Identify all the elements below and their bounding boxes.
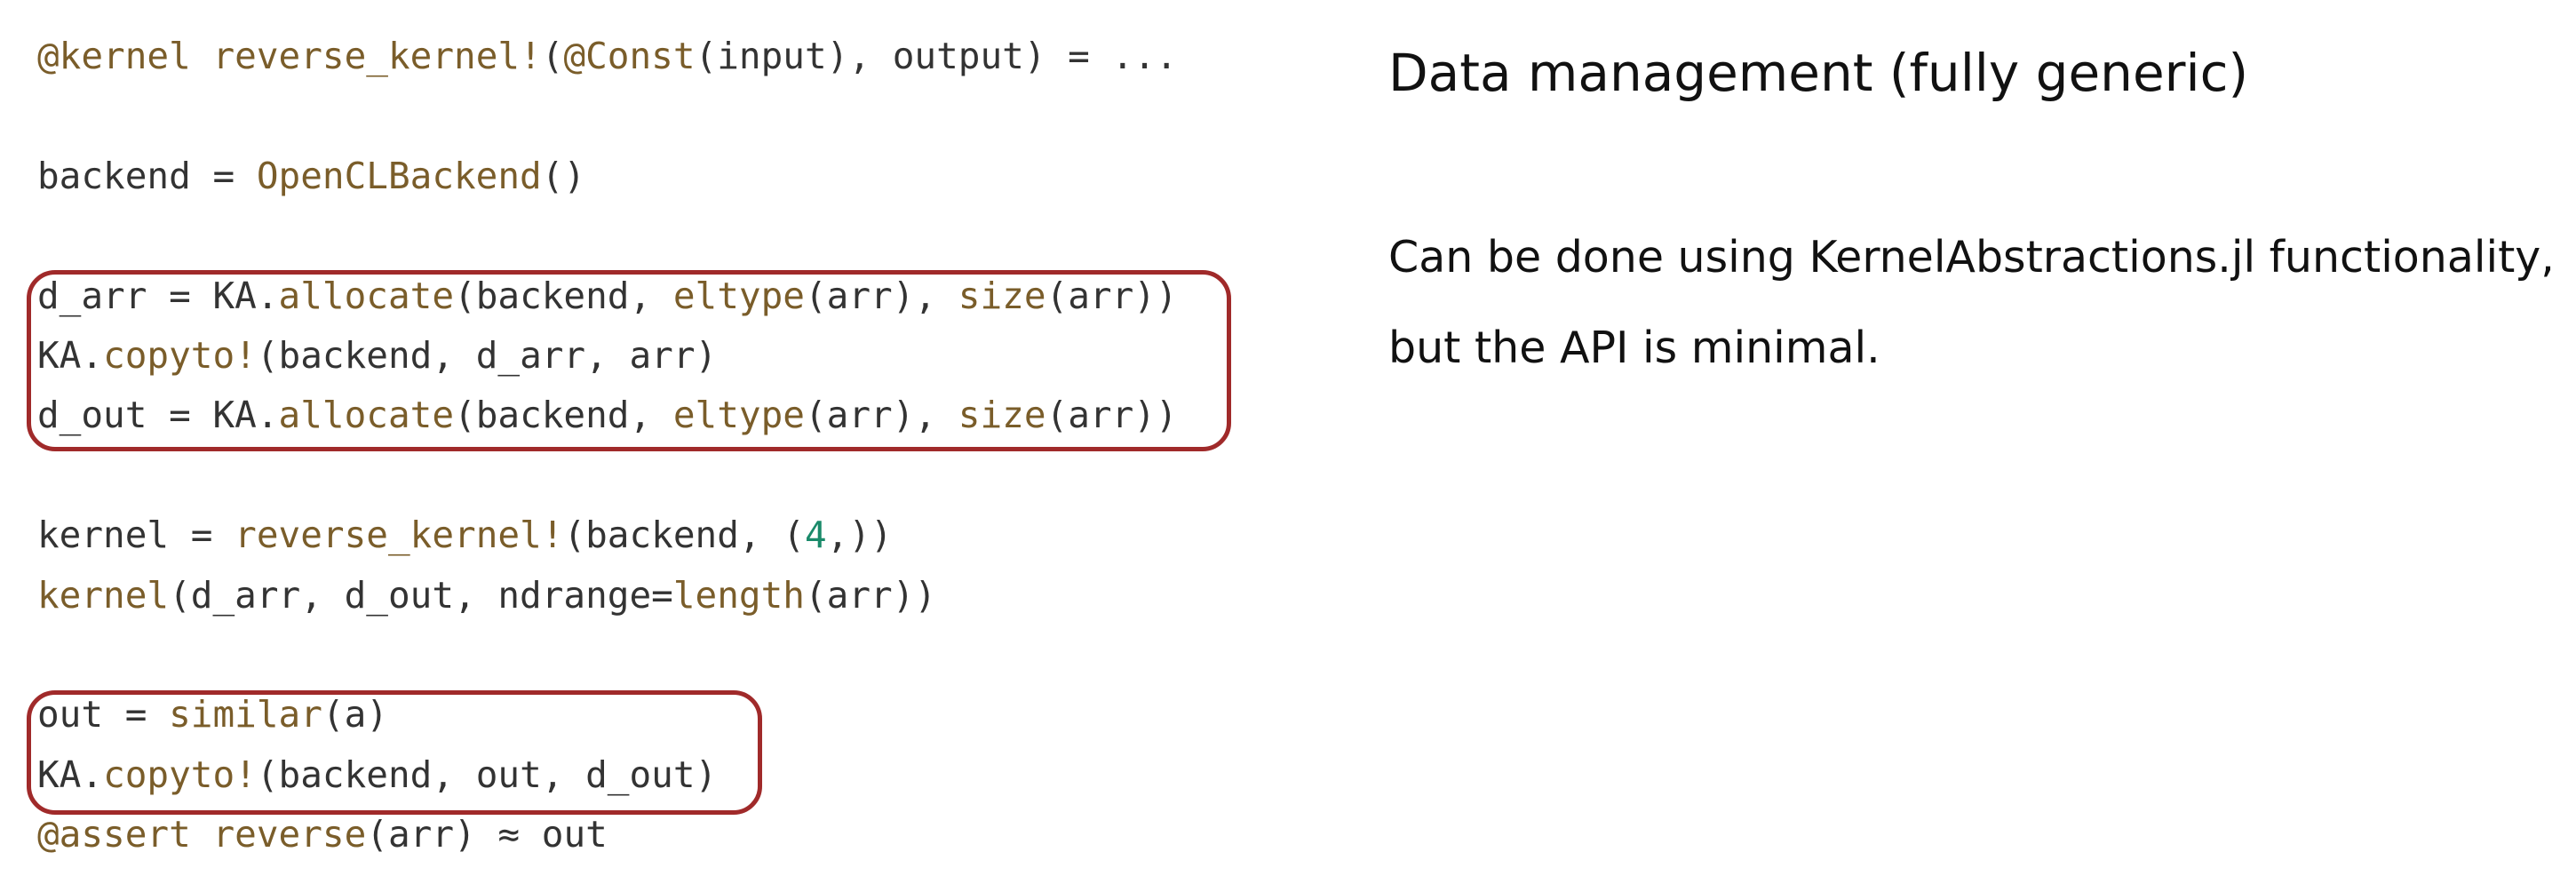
code-identifier: reverse_kernel! [235, 514, 564, 557]
code-identifier: reverse_kernel! [212, 35, 542, 77]
code-text: (arr) ≈ out [366, 813, 608, 856]
code-identifier: @Const [563, 35, 696, 77]
slide-title: Data management (fully generic) [1388, 43, 2249, 103]
explanation-panel: Data management (fully generic) Can be d… [1388, 36, 2570, 394]
code-identifier: OpenCLBackend [256, 154, 542, 197]
code-line: kernel(d_arr, d_out, ndrange=length(arr)… [37, 566, 1178, 625]
highlight-box-copy-back [27, 690, 762, 815]
code-identifier: @kernel [37, 35, 191, 77]
code-identifier: kernel [37, 573, 170, 617]
code-text: (backend, ( [563, 514, 805, 557]
code-number: 4 [804, 514, 827, 557]
highlight-box-allocation [27, 270, 1231, 451]
explanation-line-2: but the API is minimal. [1388, 323, 1880, 373]
code-text: (input), output) = ... [695, 35, 1178, 77]
code-text: ,)) [826, 514, 893, 557]
code-text: kernel = [37, 514, 235, 557]
code-identifier: @assert [37, 813, 191, 856]
code-text: backend = [37, 154, 257, 197]
code-identifier: reverse [212, 813, 367, 856]
code-text: () [541, 154, 586, 197]
code-line: @kernel reverse_kernel!(@Const(input), o… [37, 27, 1178, 86]
code-line: kernel = reverse_kernel!(backend, (4,)) [37, 506, 1178, 565]
code-text: (arr)) [804, 573, 937, 617]
code-identifier: length [672, 573, 805, 617]
code-text: (d_arr, d_out, ndrange= [169, 573, 673, 617]
code-line: backend = OpenCLBackend() [37, 147, 1178, 206]
explanation-text: Can be done using KernelAbstractions.jl … [1388, 212, 2570, 394]
code-text: ( [541, 35, 564, 77]
explanation-line-1: Can be done using KernelAbstractions.jl … [1388, 232, 2555, 283]
